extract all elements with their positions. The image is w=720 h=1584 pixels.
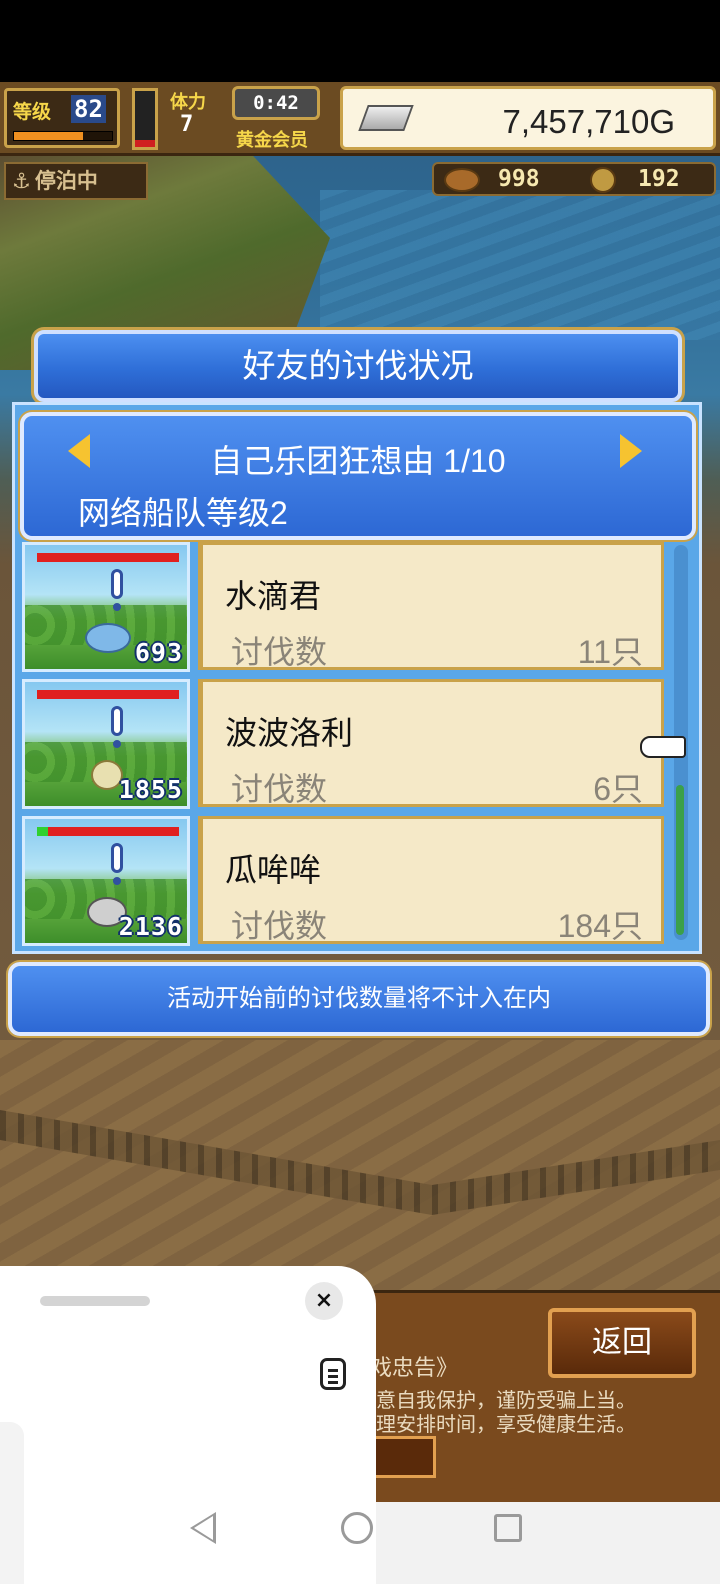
coin-icon: [590, 167, 616, 193]
notice-banner: 活动开始前的讨伐数量将不计入在内: [8, 962, 710, 1036]
exclamation-icon: [111, 706, 123, 736]
resource-barrel-value: 998: [498, 166, 540, 192]
friend-list[interactable]: 693 水滴君 讨伐数 11只 1855 波波洛利 讨伐数 6只 2136 瓜哞…: [22, 542, 666, 950]
kill-count: 6只: [593, 771, 643, 807]
barrel-icon: [444, 168, 480, 192]
monster-thumbnail: 693: [22, 542, 190, 672]
panel-button[interactable]: [370, 1436, 436, 1478]
hp-bar: [37, 553, 179, 562]
document-icon[interactable]: [320, 1358, 346, 1390]
top-hud: 等级 82 体力 7 0:42 黄金会员 7,457,710G: [0, 82, 720, 156]
system-nav-bar: [376, 1502, 720, 1584]
back-triangle-inner: [194, 1516, 213, 1540]
back-button[interactable]: 返回: [548, 1308, 696, 1378]
monster-card[interactable]: 水滴君 讨伐数 11只: [198, 542, 664, 670]
health-advice-title: 戏忠告》: [370, 1355, 459, 1380]
anchor-icon: ⚓: [12, 169, 31, 193]
dialog-title-banner: 好友的讨伐状况: [34, 330, 682, 402]
kill-count: 11只: [577, 634, 643, 670]
sheet-drag-handle[interactable]: [40, 1296, 150, 1306]
sea-area: [320, 190, 720, 340]
monster-thumbnail: 2136: [22, 816, 190, 946]
next-team-arrow-icon[interactable]: [620, 434, 642, 468]
anchor-status-label: 停泊中: [34, 169, 98, 193]
stamina-value: 7: [180, 112, 194, 137]
hp-bar: [37, 690, 179, 699]
exclamation-dot: [113, 603, 121, 611]
hp-bar-fill: [37, 827, 49, 836]
exclamation-icon: [111, 843, 123, 873]
monster-card[interactable]: 瓜哞哞 讨伐数 184只: [198, 816, 664, 944]
exp-bar: [13, 131, 113, 141]
level-panel: 等级 82: [4, 88, 120, 148]
stamina-gauge: [132, 88, 158, 150]
level-value: 82: [71, 95, 106, 123]
stamina-label: 体力: [170, 92, 206, 113]
monster-power: 1855: [118, 775, 183, 804]
monster-sprite: [85, 623, 131, 653]
kill-label: 讨伐数: [231, 908, 328, 944]
monster-power: 693: [134, 638, 183, 667]
notice-text: 活动开始前的讨伐数量将不计入在内: [167, 985, 551, 1012]
hp-bar: [37, 827, 179, 836]
monster-thumbnail: 1855: [22, 679, 190, 809]
stamina-gauge-fill: [135, 140, 155, 147]
pointing-hand-icon: [640, 736, 686, 758]
resource-panel: 998 192: [432, 162, 716, 196]
list-scrollbar-thumb[interactable]: [676, 785, 684, 935]
dialog-title: 好友的讨伐状况: [242, 347, 474, 384]
recents-square-icon[interactable]: [494, 1514, 522, 1542]
gold-display[interactable]: 7,457,710G: [340, 86, 716, 150]
list-item[interactable]: 693 水滴君 讨伐数 11只: [22, 542, 666, 674]
health-advice-line: 理安排时间，享受健康生活。: [376, 1414, 636, 1436]
monster-name: 瓜哞哞: [225, 852, 322, 888]
team-header: 自己乐团狂想由 1/10 网络船队等级2: [20, 412, 696, 540]
fleet-level: 网络船队等级2: [78, 495, 288, 531]
kill-label: 讨伐数: [231, 771, 328, 807]
sheet-card: [0, 1422, 24, 1584]
team-name: 自己乐团狂想由 1/10: [210, 443, 506, 479]
home-circle-icon[interactable]: [341, 1512, 373, 1544]
kill-label: 讨伐数: [231, 634, 328, 670]
monster-power: 2136: [118, 912, 183, 941]
member-badge[interactable]: 黄金会员: [236, 126, 308, 152]
list-item[interactable]: 1855 波波洛利 讨伐数 6只: [22, 679, 666, 811]
status-row: ⚓ 停泊中 998 192: [0, 160, 720, 200]
resource-coin-value: 192: [638, 166, 680, 192]
level-label: 等级: [13, 101, 52, 123]
anchor-status: ⚓ 停泊中: [4, 162, 148, 200]
exclamation-icon: [111, 569, 123, 599]
gold-value: 7,457,710G: [502, 103, 675, 140]
silver-bar-icon: [358, 105, 414, 131]
exclamation-dot: [113, 877, 121, 885]
exp-bar-fill: [14, 132, 83, 140]
exclamation-dot: [113, 740, 121, 748]
monster-name: 波波洛利: [225, 715, 354, 751]
close-icon[interactable]: ×: [305, 1282, 343, 1320]
monster-card[interactable]: 波波洛利 讨伐数 6只: [198, 679, 664, 807]
monster-name: 水滴君: [225, 578, 322, 614]
list-item[interactable]: 2136 瓜哞哞 讨伐数 184只: [22, 816, 666, 948]
stamina-timer: 0:42: [232, 86, 320, 120]
kill-count: 184只: [557, 908, 643, 944]
